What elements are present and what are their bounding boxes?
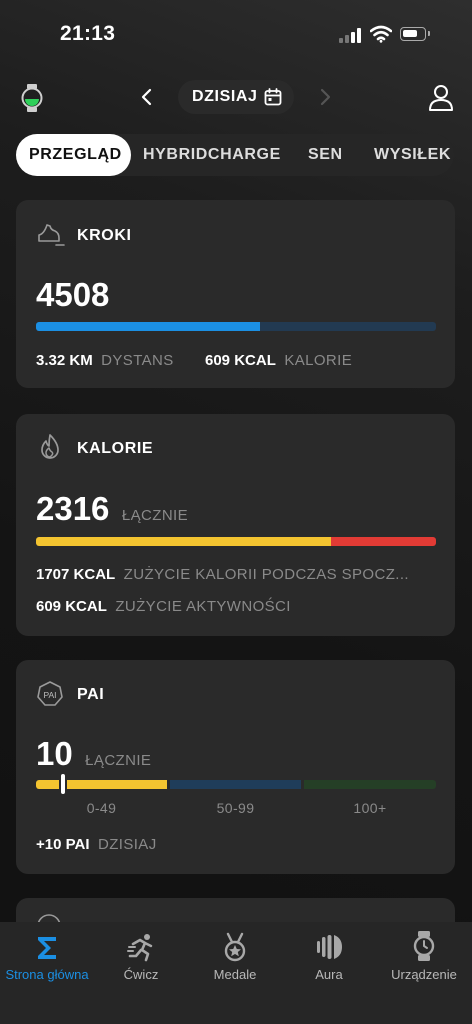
nav-item-home[interactable]: Strona główna (0, 926, 94, 996)
pai-segment-label-2: 50-99 (216, 800, 255, 816)
sigma-icon (38, 937, 56, 959)
pai-value-label: ŁĄCZNIE (85, 752, 152, 769)
steps-distance-label: DYSTANS (101, 352, 174, 369)
tab-sen[interactable]: SEN (308, 146, 343, 164)
pai-segment-100 (304, 780, 436, 789)
medal-icon (224, 932, 246, 962)
nav-label-home: Strona główna (5, 967, 89, 982)
pai-today-value: +10 PAI (36, 836, 90, 853)
status-time: 21:13 (60, 22, 116, 45)
pai-value: 10 (36, 735, 73, 772)
pai-segment-0-49 (36, 780, 167, 789)
pai-icon-text: PAI (43, 690, 56, 700)
chevron-left-icon[interactable] (138, 88, 156, 106)
steps-calories-label: KALORIE (284, 352, 353, 369)
calendar-icon (264, 88, 282, 106)
aura-icon (317, 935, 342, 959)
steps-distance-value: 3.32 KM (36, 352, 93, 369)
watch-icon (413, 931, 435, 961)
calories-value-label: ŁĄCZNIE (121, 507, 189, 524)
calories-active-label: ZUŻYCIE AKTYWNOŚCI (115, 598, 291, 615)
date-label: DZISIAJ (192, 88, 258, 105)
calories-active-value: 609 KCAL (36, 598, 107, 615)
nav-item-aura[interactable]: Aura (282, 926, 376, 996)
steps-title: KROKI (77, 227, 132, 244)
calories-resting-value: 1707 KCAL (36, 566, 116, 583)
shoe-icon (38, 224, 65, 246)
chevron-right-icon[interactable] (316, 88, 334, 106)
watch-device-icon[interactable] (20, 84, 44, 112)
flame-icon (41, 434, 59, 459)
user-profile-icon[interactable] (428, 84, 454, 112)
running-icon (127, 934, 153, 962)
battery-icon (400, 27, 430, 41)
pai-title: PAI (77, 686, 105, 703)
nav-label-exercise: Ćwicz (123, 967, 159, 982)
nav-label-aura: Aura (315, 967, 343, 982)
calories-bar-active (330, 537, 436, 546)
calories-value: 2316 (36, 490, 110, 527)
calories-bar-resting (36, 537, 331, 546)
nav-label-device: Urządzenie (391, 967, 457, 982)
tab-przeglad[interactable]: PRZEGLĄD (29, 146, 122, 164)
cellular-signal-icon (339, 27, 363, 43)
pai-segment-label-3: 100+ (353, 800, 387, 816)
calories-bar (36, 537, 436, 546)
pai-segment-50-99 (170, 780, 301, 789)
calories-title: KALORIE (77, 440, 154, 457)
steps-progress-track (36, 322, 436, 331)
pai-icon: PAI (37, 681, 63, 706)
pai-today-label: DZISIAJ (97, 836, 157, 853)
nav-item-exercise[interactable]: Ćwicz (94, 926, 188, 996)
tab-wysilek[interactable]: WYSIŁEK (374, 146, 451, 164)
nav-item-medals[interactable]: Medale (188, 926, 282, 996)
steps-progress-fill (36, 322, 260, 331)
pai-segment-label-1: 0-49 (86, 800, 117, 816)
tab-hybridcharge[interactable]: HYBRIDCHARGE (143, 146, 281, 164)
nav-label-medals: Medale (213, 967, 257, 982)
nav-item-device[interactable]: Urządzenie (376, 926, 472, 996)
wifi-icon (370, 25, 392, 43)
steps-calories-value: 609 KCAL (205, 352, 276, 369)
calories-resting-label: ZUŻYCIE KALORII PODCZAS SPOCZ... (123, 566, 409, 583)
steps-value: 4508 (36, 276, 110, 313)
pai-marker (60, 774, 65, 794)
